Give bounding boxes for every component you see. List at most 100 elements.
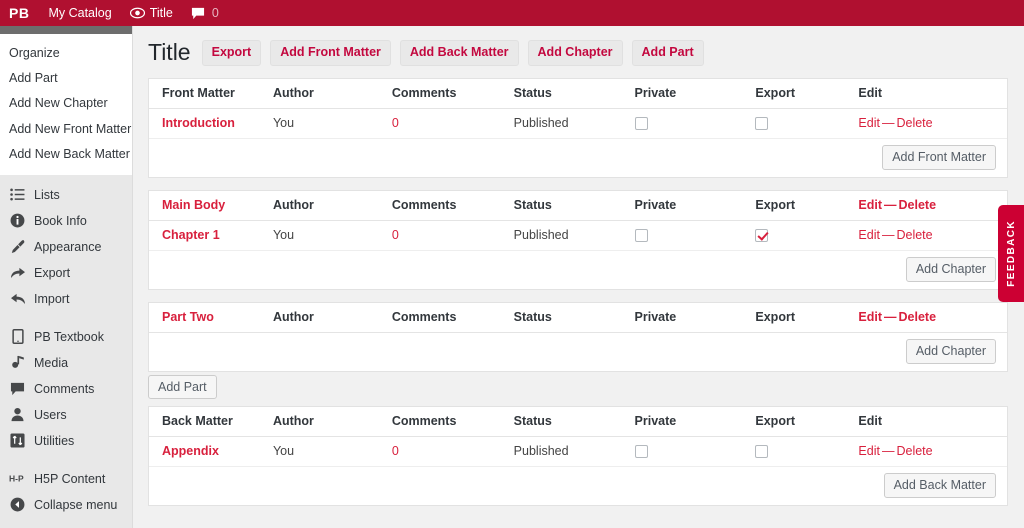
add-part-button-top[interactable]: Add Part [631,40,704,66]
user-icon [9,406,26,423]
page-header: Title Export Add Front Matter Add Back M… [134,26,1024,78]
row-comment-count-link[interactable]: 0 [392,228,399,242]
sidebar-item-book-info[interactable]: Book Info [0,208,132,234]
column-header-status: Status [513,198,552,213]
adminbar-item-title[interactable]: Title [121,0,182,26]
main-content: Title Export Add Front Matter Add Back M… [134,26,1024,528]
export-checkbox[interactable] [755,445,769,459]
sidebar-item-label: Appearance [34,239,102,254]
eye-icon [129,7,145,19]
sidebar-item-users[interactable]: Users [0,402,132,428]
page-title: Title [148,39,191,66]
sidebar-active-menu-stub [0,26,132,34]
row-comment-count-link[interactable]: 0 [392,116,399,130]
row-edit-link[interactable]: Edit [858,444,880,458]
edit-delete-dash: — [884,198,897,213]
admin-bar: PB My Catalog Title 0 [0,0,1024,26]
add-back-matter-row-button[interactable]: Add Back Matter [883,473,996,499]
column-header-export: Export [755,198,795,213]
column-header-comments: Comments [391,414,457,429]
add-part-button[interactable]: Add Part [148,374,217,399]
table-footer-row: Add Chapter [149,251,1007,289]
row-edit-link[interactable]: Edit [858,228,880,242]
import-arrow-icon [9,290,26,307]
pressbooks-logo[interactable]: PB [0,0,39,26]
sidebar-item-comments[interactable]: Comments [0,376,132,402]
table-row: Introduction You 0 Published Edit — Delete [149,109,1007,139]
row-title-link[interactable]: Appendix [162,444,219,458]
private-checkbox[interactable] [634,445,648,459]
export-arrow-icon [9,264,26,281]
sidebar-item-collapse-menu[interactable]: Collapse menu [0,492,132,518]
feedback-label: FEEDBACK [1005,220,1017,287]
sidebar-subitem-organize[interactable]: Organize [0,40,132,65]
adminbar-title-label: Title [149,6,173,20]
row-status: Published [513,116,569,131]
add-chapter-button[interactable]: Add Chapter [527,40,623,66]
export-checkbox[interactable] [755,229,769,243]
sidebar-subitem-add-new-front-matter[interactable]: Add New Front Matter [0,116,132,141]
utilities-icon [9,432,26,449]
sidebar-subitem-add-new-back-matter[interactable]: Add New Back Matter [0,142,132,167]
sidebar-item-lists[interactable]: Lists [0,182,132,208]
feedback-tab[interactable]: FEEDBACK [998,205,1024,302]
row-delete-link[interactable]: Delete [896,444,932,458]
adminbar-item-comments[interactable]: 0 [182,0,228,26]
info-icon [9,212,26,229]
add-front-matter-button[interactable]: Add Front Matter [270,40,391,66]
add-chapter-row-button[interactable]: Add Chapter [905,339,996,365]
part-edit-link[interactable]: Edit [858,310,882,324]
row-title-link[interactable]: Introduction [162,116,235,130]
part-delete-link[interactable]: Delete [899,310,937,324]
media-icon [9,354,26,371]
sidebar-item-label: Export [34,265,71,280]
sidebar-item-utilities[interactable]: Utilities [0,428,132,454]
export-button[interactable]: Export [201,40,262,66]
table-footer-row: Add Back Matter [149,467,1007,505]
column-header-edit: Edit [858,414,883,429]
tables-area: Front Matter Author Comments Status Priv… [134,77,1024,506]
row-status: Published [513,228,569,243]
export-checkbox[interactable] [755,117,769,131]
part-delete-link[interactable]: Delete [899,198,937,212]
sidebar-item-h5p-content[interactable]: H-P H5P Content [0,466,132,492]
row-status: Published [513,444,569,459]
column-header-private: Private [634,310,677,325]
sidebar-item-media[interactable]: Media [0,350,132,376]
list-icon [9,186,26,203]
sidebar-item-export[interactable]: Export [0,260,132,286]
private-checkbox[interactable] [634,229,648,243]
column-header-export: Export [755,86,795,101]
sidebar-item-label: Book Info [34,213,87,228]
add-back-matter-button[interactable]: Add Back Matter [399,40,519,66]
row-title-link[interactable]: Chapter 1 [162,228,220,242]
front-matter-table: Front Matter Author Comments Status Priv… [148,77,1008,178]
row-delete-link[interactable]: Delete [896,116,932,130]
sidebar-subitem-add-part[interactable]: Add Part [0,65,132,90]
table-footer-row: Add Chapter [149,333,1007,371]
table-header-row: Main Body Author Comments Status Private… [149,191,1007,221]
sidebar-item-label: Lists [34,187,60,202]
brush-icon [9,238,26,255]
table-row: Appendix You 0 Published Edit — Delete [149,437,1007,467]
row-delete-link[interactable]: Delete [896,228,932,242]
row-comment-count-link[interactable]: 0 [392,444,399,458]
sidebar-item-appearance[interactable]: Appearance [0,234,132,260]
table-header-row: Part Two Author Comments Status Private … [149,303,1007,333]
edit-delete-dash: — [884,310,897,325]
sidebar-item-pb-textbook[interactable]: PB Textbook [0,324,132,350]
row-edit-link[interactable]: Edit [858,116,880,130]
sidebar-item-import[interactable]: Import [0,286,132,312]
part-edit-link[interactable]: Edit [858,198,882,212]
adminbar-item-my-catalog[interactable]: My Catalog [39,0,120,26]
add-chapter-row-button[interactable]: Add Chapter [905,257,996,283]
comment-count: 0 [211,6,219,20]
sidebar-item-label: Media [34,355,69,370]
sidebar-subitem-add-new-chapter[interactable]: Add New Chapter [0,91,132,116]
private-checkbox[interactable] [634,117,648,131]
add-front-matter-row-button[interactable]: Add Front Matter [882,145,996,171]
sidebar-separator-2 [0,454,132,466]
column-header-main-body[interactable]: Main Body [149,198,273,212]
edit-delete-dash: — [881,116,895,131]
column-header-part-two[interactable]: Part Two [149,310,273,324]
